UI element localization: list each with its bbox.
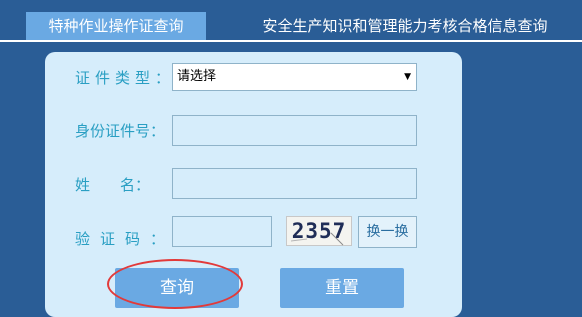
id-number-label: 身份证件号： xyxy=(75,122,166,140)
captcha-noise xyxy=(290,232,344,246)
highlight-circle xyxy=(107,259,243,309)
captcha-label: 验证码： xyxy=(75,230,176,248)
cert-type-select[interactable]: 请选择 ▼ xyxy=(172,63,417,91)
tab-safety-knowledge-assessment[interactable]: 安全生产知识和管理能力考核合格信息查询 xyxy=(240,12,570,40)
tab-special-operation-certificate[interactable]: 特种作业操作证查询 xyxy=(26,12,206,40)
captcha-image[interactable]: 2357 xyxy=(286,216,352,246)
reset-button[interactable]: 重置 xyxy=(280,268,404,308)
id-number-input[interactable] xyxy=(172,115,417,146)
name-input[interactable] xyxy=(172,168,417,199)
chevron-down-icon: ▼ xyxy=(404,72,411,82)
cert-type-selected-value: 请选择 xyxy=(177,69,217,84)
refresh-captcha-button[interactable]: 换一换 xyxy=(358,216,417,248)
cert-type-label: 证件类型： xyxy=(75,69,176,87)
name-label: 姓 名： xyxy=(75,176,151,194)
top-nav: 特种作业操作证查询 安全生产知识和管理能力考核合格信息查询 xyxy=(0,0,582,42)
nav-divider xyxy=(0,40,582,42)
captcha-input[interactable] xyxy=(172,216,272,247)
